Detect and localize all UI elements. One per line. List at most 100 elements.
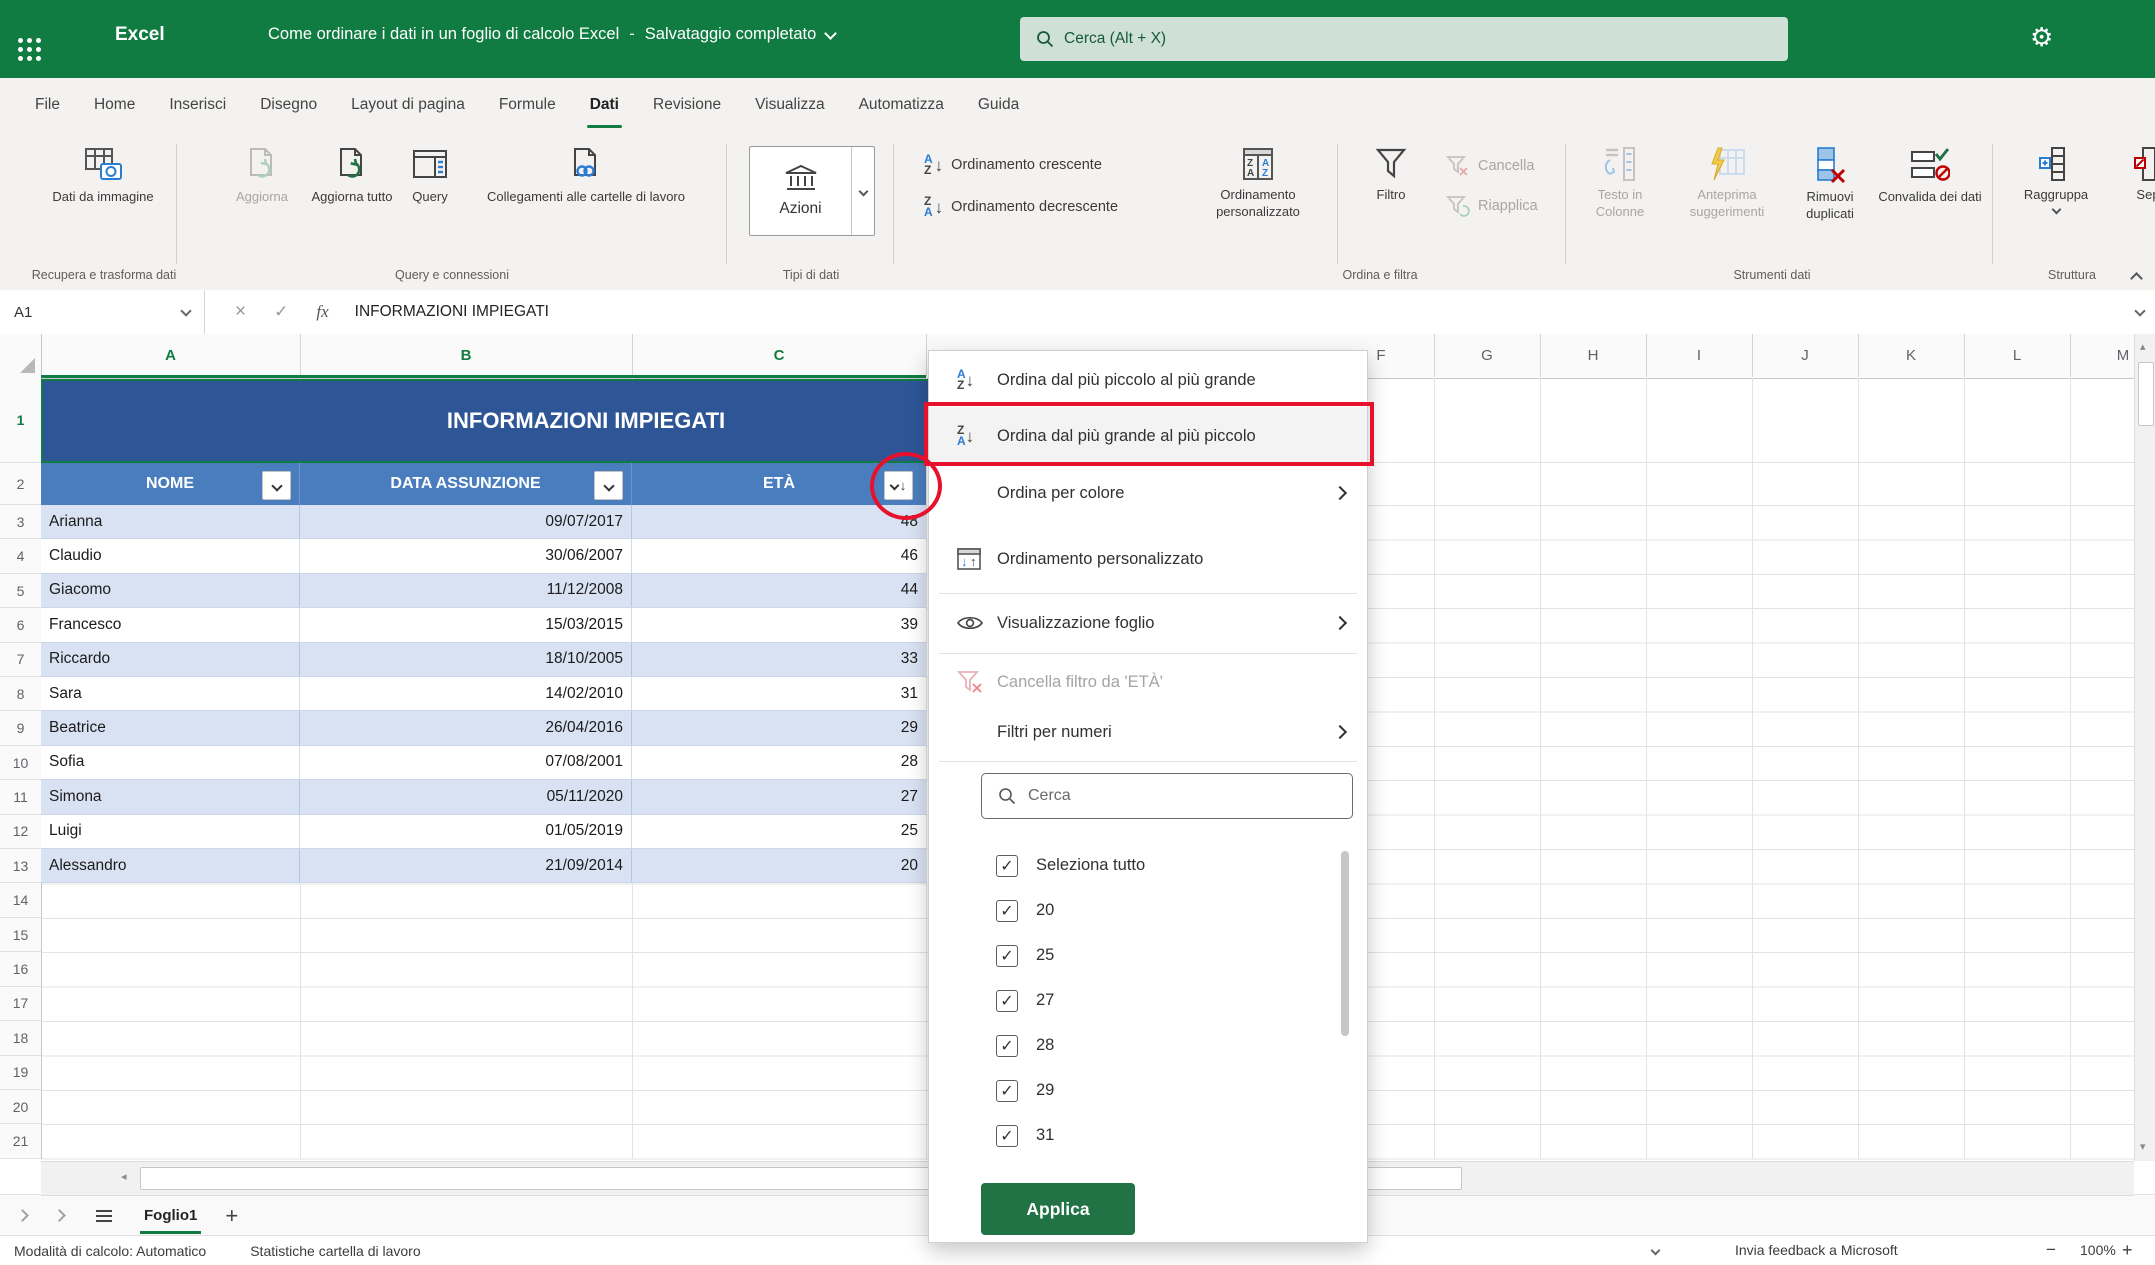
ribbon-tab[interactable]: File xyxy=(18,78,77,132)
filter-dropdown-data[interactable] xyxy=(594,471,623,500)
fx-icon[interactable]: fx xyxy=(316,302,328,322)
cell-date[interactable]: 07/08/2001 xyxy=(300,746,632,779)
feedback-link[interactable]: Invia feedback a Microsoft xyxy=(1735,1242,1898,1258)
column-header[interactable]: G xyxy=(1434,334,1541,377)
filter-value-option[interactable]: ✓ 29 xyxy=(996,1068,1145,1113)
row-header[interactable]: 6 xyxy=(0,608,41,642)
vertical-scrollbar-thumb[interactable] xyxy=(2138,362,2154,426)
select-all-corner[interactable] xyxy=(0,334,42,377)
row-header[interactable]: 11 xyxy=(0,780,41,814)
sort-descending-button[interactable]: ZA↓ Ordinamento decrescente xyxy=(924,196,1118,218)
cell-date[interactable]: 05/11/2020 xyxy=(300,780,632,813)
status-expander-chevron[interactable] xyxy=(1651,1246,1661,1256)
ribbon-tab[interactable]: Dati xyxy=(573,78,636,132)
header-cell-data-assunzione[interactable]: DATA ASSUNZIONE xyxy=(300,463,632,505)
cell-age[interactable]: 20 xyxy=(632,849,926,882)
cell-name[interactable]: Sofia xyxy=(41,746,300,779)
filter-search-input[interactable]: Cerca xyxy=(981,773,1353,819)
cell-date[interactable]: 11/12/2008 xyxy=(300,574,632,607)
sheet-tab-foglio1[interactable]: Foglio1 xyxy=(138,1195,203,1236)
cell-date[interactable]: 14/02/2010 xyxy=(300,677,632,710)
ribbon-tab[interactable]: Inserisci xyxy=(152,78,243,132)
title-chevron-icon[interactable] xyxy=(824,27,837,40)
add-sheet-icon[interactable]: + xyxy=(225,1203,238,1229)
menu-custom-sort[interactable]: ↓↑ Ordinamento personalizzato xyxy=(929,533,1367,585)
cell-name[interactable]: Luigi xyxy=(41,815,300,848)
query-button[interactable]: Query xyxy=(398,146,462,205)
calc-mode-status[interactable]: Modalità di calcolo: Automatico xyxy=(14,1243,206,1259)
collapse-ribbon-chevron[interactable] xyxy=(2130,272,2143,285)
row-header[interactable]: 14 xyxy=(0,883,41,917)
cancel-entry-icon[interactable]: × xyxy=(235,301,246,323)
all-sheets-menu-icon[interactable] xyxy=(96,1210,112,1212)
dati-da-immagine-button[interactable]: Dati da immagine xyxy=(38,146,168,205)
azioni-datatype-dropdown[interactable]: Azioni xyxy=(749,146,875,236)
cell-name[interactable]: Francesco xyxy=(41,608,300,641)
ribbon-tab[interactable]: Revisione xyxy=(636,78,738,132)
custom-sort-button[interactable]: ZAAZ Ordinamento personalizzato xyxy=(1190,146,1326,220)
menu-clear-filter[interactable]: Cancella filtro da 'ETÀ' xyxy=(929,659,1367,705)
menu-sheet-view[interactable]: Visualizzazione foglio xyxy=(929,599,1367,647)
ribbon-tab[interactable]: Formule xyxy=(482,78,573,132)
save-status[interactable]: Salvataggio completato xyxy=(645,25,817,44)
ribbon-tab[interactable]: Home xyxy=(77,78,152,132)
search-input[interactable]: Cerca (Alt + X) xyxy=(1020,17,1788,61)
column-header[interactable]: K xyxy=(1858,334,1965,377)
cell-date[interactable]: 18/10/2005 xyxy=(300,643,632,676)
row-header[interactable]: 7 xyxy=(0,643,41,677)
cell-age[interactable]: 25 xyxy=(632,815,926,848)
sort-ascending-button[interactable]: AZ↓ Ordinamento crescente xyxy=(924,154,1102,176)
cell-age[interactable]: 46 xyxy=(632,539,926,572)
row-header[interactable]: 8 xyxy=(0,677,41,711)
cell-name[interactable]: Riccardo xyxy=(41,643,300,676)
cell-name[interactable]: Beatrice xyxy=(41,711,300,744)
settings-gear-icon[interactable]: ⚙ xyxy=(2030,22,2053,53)
row-header[interactable]: 16 xyxy=(0,952,41,986)
app-name[interactable]: Excel xyxy=(115,24,165,46)
aggiorna-tutto-button[interactable]: Aggiorna tutto xyxy=(306,146,398,205)
vertical-scrollbar[interactable]: ▴ ▾ xyxy=(2134,334,2155,1161)
expand-formula-bar-chevron[interactable] xyxy=(2134,305,2145,316)
row-header[interactable]: 13 xyxy=(0,849,41,883)
column-header[interactable]: A xyxy=(41,334,301,377)
column-header[interactable]: I xyxy=(1646,334,1753,377)
next-sheet-chevron[interactable] xyxy=(53,1209,66,1222)
cell-age[interactable]: 31 xyxy=(632,677,926,710)
ribbon-tab[interactable]: Layout di pagina xyxy=(334,78,482,132)
column-header[interactable]: L xyxy=(1964,334,2071,377)
zoom-out-button[interactable]: − xyxy=(2046,1240,2056,1260)
filter-button[interactable]: Filtro xyxy=(1346,146,1436,203)
row-header[interactable]: 15 xyxy=(0,918,41,952)
filter-value-option[interactable]: ✓ 28 xyxy=(996,1023,1145,1068)
row-header[interactable]: 21 xyxy=(0,1124,41,1158)
workbook-stats-status[interactable]: Statistiche cartella di lavoro xyxy=(250,1243,420,1259)
row-header[interactable]: 5 xyxy=(0,574,41,608)
row-header[interactable]: 4 xyxy=(0,539,41,573)
ribbon-tab[interactable]: Automatizza xyxy=(842,78,961,132)
cell-date[interactable]: 21/09/2014 xyxy=(300,849,632,882)
text-to-columns-button[interactable]: Testo in Colonne xyxy=(1572,146,1668,220)
cell-name[interactable]: Claudio xyxy=(41,539,300,572)
clear-filter-button[interactable]: Cancella xyxy=(1446,154,1534,178)
row-header[interactable]: 17 xyxy=(0,987,41,1021)
cell-name[interactable]: Sara xyxy=(41,677,300,710)
row-header[interactable]: 12 xyxy=(0,815,41,849)
filter-value-option[interactable]: ✓ 20 xyxy=(996,888,1145,933)
group-button[interactable]: Raggruppa xyxy=(2006,146,2106,213)
cell-age[interactable]: 27 xyxy=(632,780,926,813)
select-all-option[interactable]: ✓ Seleziona tutto xyxy=(996,843,1145,888)
cell-age[interactable]: 33 xyxy=(632,643,926,676)
zoom-in-button[interactable]: + xyxy=(2122,1240,2133,1261)
zoom-level[interactable]: 100% xyxy=(2080,1242,2116,1258)
name-box[interactable]: A1 xyxy=(0,290,205,334)
waffle-menu-icon[interactable] xyxy=(18,26,58,54)
menu-sort-smallest-largest[interactable]: AZ↓ Ordina dal più piccolo al più grande xyxy=(929,359,1367,401)
scroll-left-arrow-icon[interactable]: ◂ xyxy=(121,1170,127,1183)
filter-value-option[interactable]: ✓ 31 xyxy=(996,1113,1145,1158)
row-header[interactable]: 10 xyxy=(0,746,41,780)
reapply-filter-button[interactable]: Riapplica xyxy=(1446,194,1538,218)
column-header[interactable]: H xyxy=(1540,334,1647,377)
remove-duplicates-button[interactable]: Rimuovi duplicati xyxy=(1786,146,1874,222)
column-header[interactable]: B xyxy=(300,334,633,377)
filter-value-option[interactable]: ✓ 25 xyxy=(996,933,1145,978)
